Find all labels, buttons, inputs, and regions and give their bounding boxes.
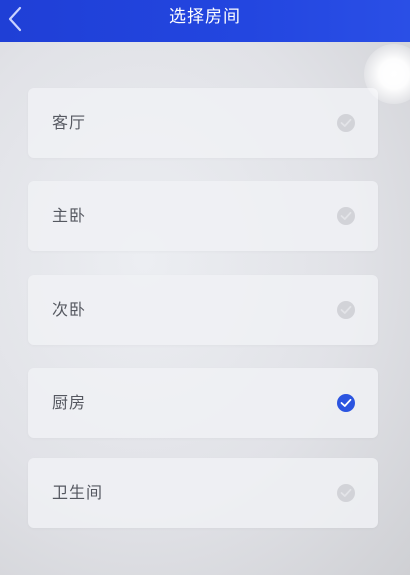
- room-item-second-bedroom[interactable]: 次卧: [28, 275, 378, 345]
- unchecked-circle-icon: [337, 301, 355, 319]
- unchecked-circle-icon: [337, 484, 355, 502]
- checked-circle-icon: [337, 394, 355, 412]
- room-label: 次卧: [52, 300, 87, 319]
- room-item-master-bedroom[interactable]: 主卧: [28, 181, 378, 251]
- room-label: 客厅: [52, 113, 87, 132]
- screen: 选择房间 客厅 主卧 次卧 厨房 卫生间: [0, 0, 410, 575]
- room-label: 厨房: [52, 393, 87, 412]
- room-label: 主卧: [52, 206, 87, 225]
- room-item-bathroom[interactable]: 卫生间: [28, 458, 378, 528]
- unchecked-circle-icon: [337, 114, 355, 132]
- room-item-kitchen[interactable]: 厨房: [28, 368, 378, 438]
- room-label: 卫生间: [52, 483, 104, 502]
- unchecked-circle-icon: [337, 207, 355, 225]
- room-list: 客厅 主卧 次卧 厨房 卫生间: [0, 0, 410, 575]
- room-item-living-room[interactable]: 客厅: [28, 88, 378, 158]
